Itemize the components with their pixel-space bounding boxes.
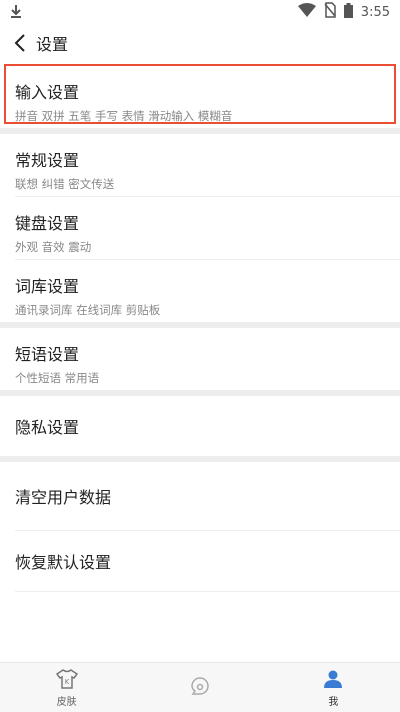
svg-text:K: K	[64, 678, 69, 686]
settings-item-privacy[interactable]: 隐私设置	[0, 396, 400, 456]
settings-item-lexicon[interactable]: 词库设置 通讯录词库 在线词库 剪贴板	[0, 260, 400, 322]
settings-item-clear-data[interactable]: 清空用户数据	[0, 462, 400, 530]
back-arrow-icon[interactable]	[10, 33, 30, 53]
settings-item-title: 常规设置	[15, 151, 80, 170]
battery-icon	[343, 2, 353, 22]
settings-item-title: 清空用户数据	[15, 488, 112, 507]
settings-item-subtitle: 外观 音效 震动	[15, 240, 92, 254]
settings-item-subtitle: 拼音 双拼 五笔 手写 表情 滑动输入 模糊音	[15, 109, 233, 123]
status-time: 3:55	[360, 4, 390, 20]
tab-me[interactable]: 我	[267, 663, 400, 712]
settings-item-subtitle: 联想 纠错 密文传送	[15, 177, 115, 191]
tab-label: 我	[328, 696, 339, 708]
settings-item-title: 键盘设置	[15, 214, 80, 233]
settings-item-phrases[interactable]: 短语设置 个性短语 常用语	[0, 328, 400, 390]
settings-list: 输入设置 拼音 双拼 五笔 手写 表情 滑动输入 模糊音 常规设置 联想 纠错 …	[0, 62, 400, 592]
settings-item-title: 恢复默认设置	[15, 553, 112, 572]
no-sim-icon	[324, 2, 336, 22]
page-title: 设置	[36, 35, 69, 54]
tshirt-icon: K	[55, 668, 78, 690]
wifi-icon	[297, 3, 316, 21]
settings-item-title: 隐私设置	[15, 418, 80, 437]
tab-skin[interactable]: K 皮肤	[0, 663, 133, 712]
settings-item-restore[interactable]: 恢复默认设置	[0, 531, 400, 591]
chat-icon	[189, 675, 211, 697]
tab-label: 皮肤	[56, 696, 77, 708]
status-bar: 3:55	[0, 0, 400, 24]
settings-item-subtitle: 个性短语 常用语	[15, 371, 100, 385]
settings-item-input[interactable]: 输入设置 拼音 双拼 五笔 手写 表情 滑动输入 模糊音	[4, 64, 396, 124]
item-divider	[15, 591, 400, 592]
settings-item-general[interactable]: 常规设置 联想 纠错 密文传送	[0, 134, 400, 196]
bottom-tab-bar: K 皮肤 我	[0, 662, 400, 712]
header: 设置	[0, 24, 400, 62]
settings-item-keyboard[interactable]: 键盘设置 外观 音效 震动	[0, 197, 400, 259]
download-icon	[10, 4, 22, 22]
settings-item-title: 短语设置	[15, 345, 80, 364]
tab-chat[interactable]	[133, 663, 266, 712]
settings-item-title: 输入设置	[15, 83, 80, 102]
user-icon	[322, 668, 344, 690]
settings-item-subtitle: 通讯录词库 在线词库 剪贴板	[15, 303, 161, 317]
settings-item-title: 词库设置	[15, 277, 80, 296]
status-icons: 3:55	[297, 2, 390, 22]
